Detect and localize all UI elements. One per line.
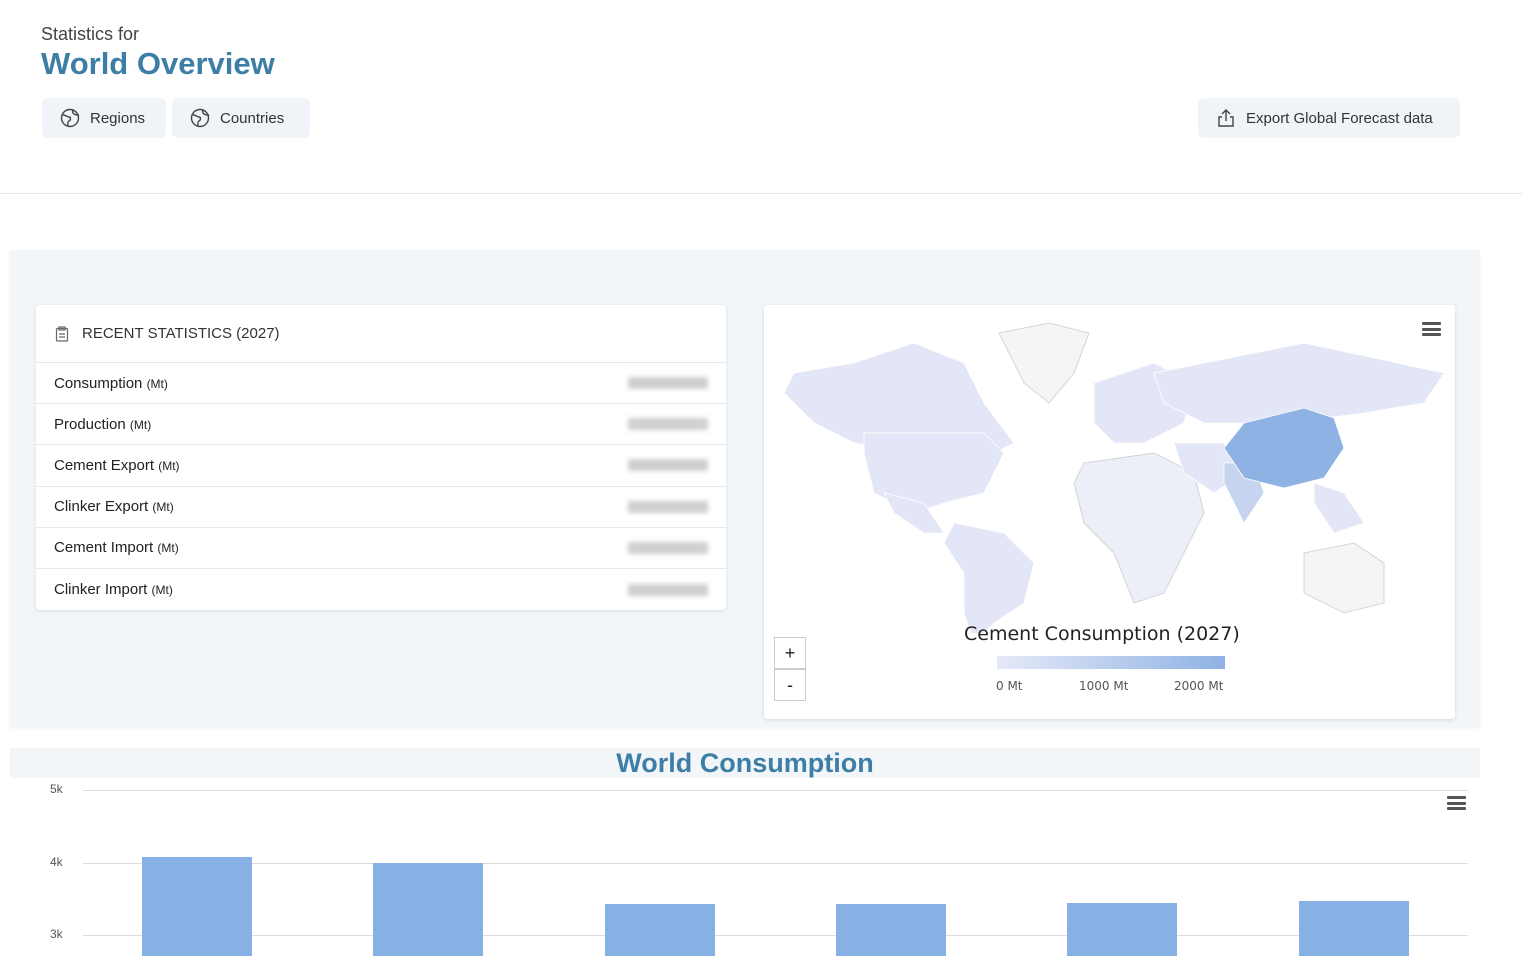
gridline xyxy=(83,862,1468,864)
color-legend-bar xyxy=(997,656,1225,669)
stat-label: Clinker Export (Mt) xyxy=(54,498,174,516)
page-title: World Overview xyxy=(41,46,275,81)
country-greenland xyxy=(998,322,1090,404)
bar[interactable] xyxy=(604,903,715,956)
stat-label: Cement Export (Mt) xyxy=(54,456,180,474)
stat-label: Clinker Import (Mt) xyxy=(54,581,173,599)
stat-unit: (Mt) xyxy=(146,376,168,391)
stat-row: Cement Import (Mt) xyxy=(36,528,726,569)
countries-button[interactable]: Countries xyxy=(172,98,310,138)
country-southeast-asia xyxy=(1313,482,1365,534)
zoom-in-button[interactable]: + xyxy=(774,637,806,669)
stat-value-blurred xyxy=(628,583,708,596)
zoom-out-button[interactable]: - xyxy=(774,669,806,701)
bar[interactable] xyxy=(142,857,252,956)
stat-value-blurred xyxy=(628,500,708,513)
recent-statistics-card: RECENT STATISTICS (2027) Consumption (Mt… xyxy=(36,305,726,611)
page-subtitle: Statistics for xyxy=(41,24,140,44)
y-tick-label: 5k xyxy=(50,782,63,796)
export-label: Export Global Forecast data xyxy=(1246,109,1433,127)
bar[interactable] xyxy=(1298,900,1409,956)
legend-label: 1000 Mt xyxy=(1079,679,1129,693)
map-countries[interactable] xyxy=(774,313,1454,633)
stat-value-blurred xyxy=(628,459,708,472)
stat-row: Cement Export (Mt) xyxy=(36,445,726,487)
country-africa xyxy=(1073,452,1205,604)
countries-label: Countries xyxy=(220,109,285,127)
stat-value-blurred xyxy=(628,541,708,554)
country-south-america xyxy=(943,522,1035,633)
legend-label: 2000 Mt xyxy=(1174,679,1224,693)
stat-row: Clinker Export (Mt) xyxy=(36,487,726,528)
country-usa xyxy=(863,432,1005,514)
stat-row: Production (Mt) xyxy=(36,404,726,446)
legend-title: Cement Consumption (2027) xyxy=(964,623,1240,645)
gridline xyxy=(83,935,1468,936)
country-australia xyxy=(1303,542,1385,614)
chart-title: World Consumption xyxy=(10,748,1480,778)
bar[interactable] xyxy=(835,903,946,956)
gridline xyxy=(83,790,1468,791)
legend-label: 0 Mt xyxy=(996,679,1023,693)
stat-unit: (Mt) xyxy=(129,417,152,432)
stat-unit: (Mt) xyxy=(158,458,180,473)
world-map[interactable]: + - Cement Consumption (2027) 0 Mt 1000 … xyxy=(764,305,1455,719)
regions-button[interactable]: Regions xyxy=(42,98,166,138)
bar[interactable] xyxy=(373,863,484,956)
stat-row: Consumption (Mt) xyxy=(36,363,726,405)
globe-icon xyxy=(190,108,210,128)
stat-unit: (Mt) xyxy=(152,500,174,515)
y-tick-label: 3k xyxy=(50,927,63,941)
stat-label: Production (Mt) xyxy=(54,415,152,433)
stat-value-blurred xyxy=(628,377,708,390)
stats-title: RECENT STATISTICS (2027) xyxy=(82,325,280,342)
divider xyxy=(0,193,1522,194)
stat-unit: (Mt) xyxy=(157,541,179,556)
stat-row: Clinker Import (Mt) xyxy=(36,569,726,610)
y-tick-label: 4k xyxy=(50,854,63,869)
stat-value-blurred xyxy=(628,418,708,431)
bar-chart: 3k 4k 5k xyxy=(0,780,1522,956)
share-icon xyxy=(1218,109,1234,127)
clipboard-icon xyxy=(55,325,69,342)
bar[interactable] xyxy=(1067,903,1178,956)
stat-label: Consumption (Mt) xyxy=(54,374,168,392)
regions-label: Regions xyxy=(90,109,146,127)
stat-label: Cement Import (Mt) xyxy=(54,539,179,557)
stat-unit: (Mt) xyxy=(151,583,173,598)
export-button[interactable]: Export Global Forecast data xyxy=(1198,98,1460,138)
globe-icon xyxy=(60,108,80,128)
